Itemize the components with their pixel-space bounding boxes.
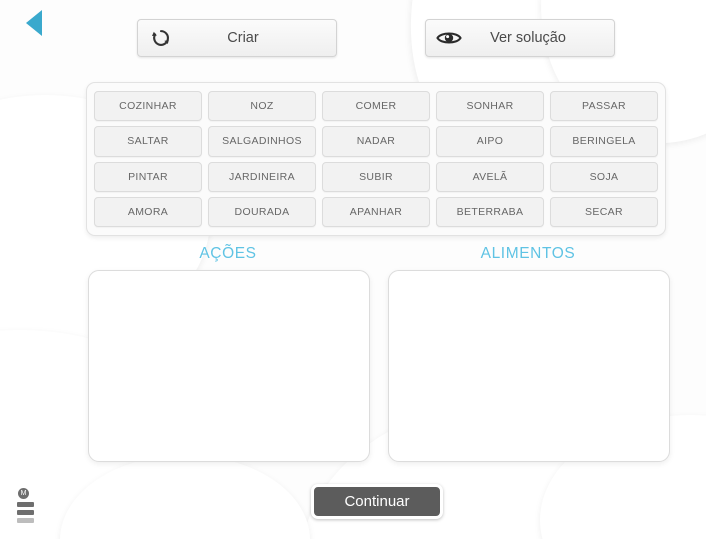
word-tile[interactable]: NOZ: [208, 91, 316, 122]
background-swirl: [60, 455, 310, 539]
word-tile[interactable]: SOJA: [550, 161, 658, 192]
view-solution-button[interactable]: Ver solução: [425, 19, 615, 57]
word-tile[interactable]: PASSAR: [550, 91, 658, 122]
word-tile[interactable]: SUBIR: [322, 161, 430, 192]
refresh-icon: [138, 27, 184, 49]
dropzone-alimentos[interactable]: [388, 270, 670, 462]
menu-badge: M: [18, 488, 29, 499]
category-title-right: ALIMENTOS: [480, 245, 576, 262]
create-button[interactable]: Criar: [137, 19, 337, 57]
view-solution-button-label: Ver solução: [490, 30, 566, 46]
word-tile[interactable]: SALTAR: [94, 126, 202, 157]
word-tile[interactable]: COZINHAR: [94, 91, 202, 122]
word-tile[interactable]: COMER: [322, 91, 430, 122]
eye-icon: [426, 29, 472, 47]
word-tile[interactable]: AVELÃ: [436, 161, 544, 192]
word-tile[interactable]: APANHAR: [322, 196, 430, 227]
word-tile[interactable]: BETERRABA: [436, 196, 544, 227]
word-bank-panel: COZINHAR NOZ COMER SONHAR PASSAR SALTAR SALGAD…: [86, 82, 666, 236]
menu-bar: [17, 510, 34, 515]
category-title-left: AÇÕES: [199, 245, 257, 262]
hamburger-menu-icon[interactable]: M: [17, 488, 39, 523]
word-tile[interactable]: AMORA: [94, 196, 202, 227]
menu-bar: [17, 518, 34, 523]
create-button-label: Criar: [227, 30, 259, 46]
word-tile[interactable]: PINTAR: [94, 161, 202, 192]
back-triangle-icon[interactable]: [26, 10, 42, 36]
word-tile[interactable]: SONHAR: [436, 91, 544, 122]
word-tile[interactable]: SECAR: [550, 196, 658, 227]
continue-button[interactable]: Continuar: [311, 484, 443, 519]
word-tile[interactable]: SALGADINHOS: [208, 126, 316, 157]
word-tile[interactable]: BERINGELA: [550, 126, 658, 157]
word-tile[interactable]: DOURADA: [208, 196, 316, 227]
word-tile[interactable]: JARDINEIRA: [208, 161, 316, 192]
menu-bar: [17, 502, 34, 507]
dropzone-acoes[interactable]: [88, 270, 370, 462]
word-tile[interactable]: NADAR: [322, 126, 430, 157]
activity-screen: Criar Ver solução COZINHAR NOZ COMER SONHAR…: [0, 0, 706, 539]
continue-button-label: Continuar: [344, 493, 410, 510]
word-tile[interactable]: AIPO: [436, 126, 544, 157]
